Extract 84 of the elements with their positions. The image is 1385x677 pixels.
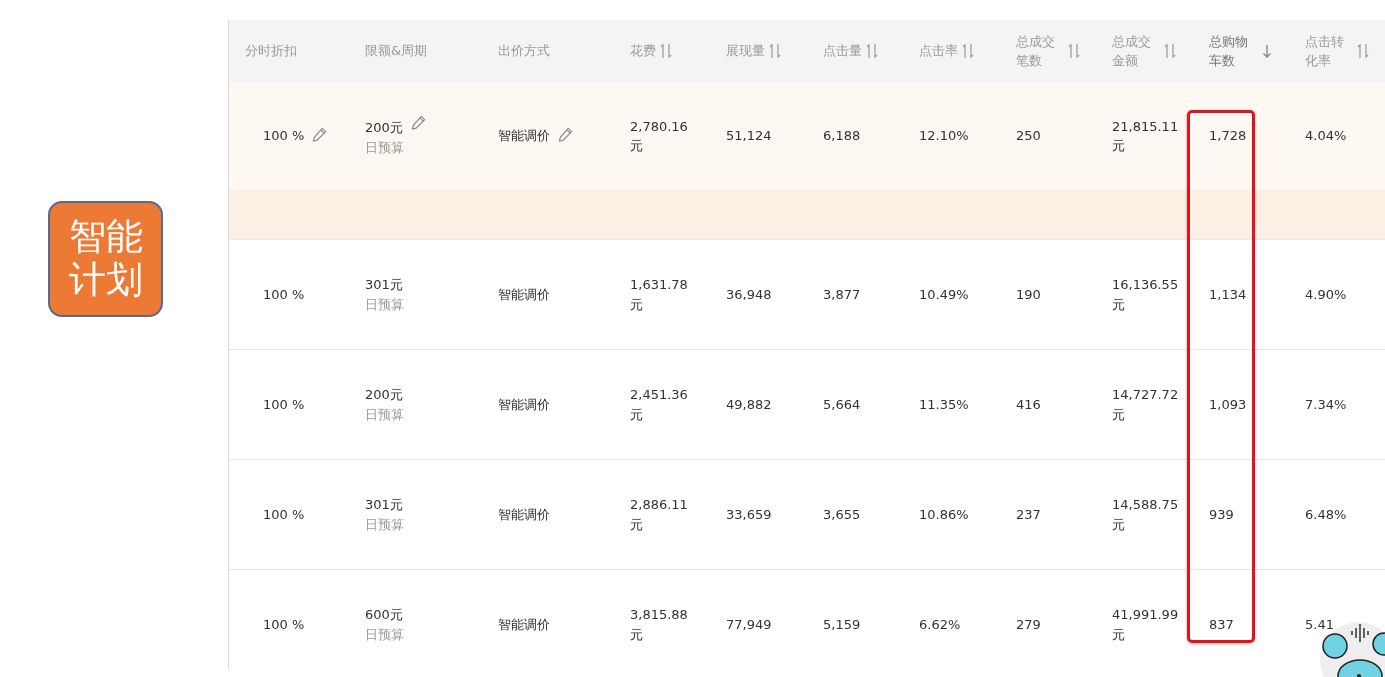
sort-icon[interactable] bbox=[1068, 43, 1080, 59]
table-cell: 600元 bbox=[365, 607, 403, 622]
table-cell-text: 4.90% bbox=[1305, 285, 1347, 304]
table-cell-text: 1,728 bbox=[1209, 127, 1247, 146]
table-cell-text: 33,659 bbox=[726, 505, 772, 524]
column-header: 总成交笔数 bbox=[1016, 32, 1056, 70]
column-header: 限额&周期 bbox=[365, 42, 428, 61]
table-cell-text: 10.49% bbox=[919, 285, 969, 304]
table-cell-text: 49,882 bbox=[726, 395, 772, 414]
sort-icon[interactable] bbox=[1164, 43, 1176, 59]
table-cell-text: 279 bbox=[1016, 615, 1041, 634]
table-cell-text: 250 bbox=[1016, 127, 1041, 146]
table-cell-text: 6,188 bbox=[823, 127, 861, 146]
table-cell: 100 % bbox=[263, 286, 305, 302]
table-cell-text: 1,631.78元 bbox=[630, 276, 689, 314]
table-cell: 智能调价 bbox=[498, 128, 550, 144]
column-header: 出价方式 bbox=[498, 42, 550, 61]
table-cell-text: 3,815.88元 bbox=[630, 606, 689, 644]
table-cell-text: 11.35% bbox=[919, 395, 969, 414]
table-cell: 智能调价 bbox=[498, 616, 550, 632]
table-cell-text: 2,886.11元 bbox=[630, 496, 689, 534]
sort-icon[interactable] bbox=[660, 43, 672, 59]
column-header: 点击率 bbox=[919, 42, 958, 61]
table-cell-text: 36,948 bbox=[726, 285, 772, 304]
column-header: 点击量 bbox=[823, 42, 862, 61]
table-cell-text: 237 bbox=[1016, 505, 1041, 524]
edit-icon[interactable] bbox=[312, 127, 328, 143]
table-cell-text: 7.34% bbox=[1305, 395, 1347, 414]
sort-icon[interactable] bbox=[866, 43, 878, 59]
table-cell: 智能调价 bbox=[498, 286, 550, 302]
table-cell-text: 5,664 bbox=[823, 395, 861, 414]
edit-icon[interactable] bbox=[558, 127, 573, 143]
sort-icon[interactable] bbox=[769, 43, 781, 59]
table-cell-text: 日预算 bbox=[365, 625, 405, 644]
column-header: 展现量 bbox=[726, 42, 765, 61]
sort-icon[interactable] bbox=[962, 43, 974, 59]
column-header: 总购物车数 bbox=[1209, 32, 1249, 70]
table-cell-text: 939 bbox=[1209, 505, 1234, 524]
table-cell-text: 12.10% bbox=[919, 127, 969, 146]
table-cell-text: 77,949 bbox=[726, 615, 772, 634]
table-cell: 100 % bbox=[263, 616, 305, 632]
table-cell-text: 14,588.75元 bbox=[1112, 496, 1180, 534]
table-cell-text: 10.86% bbox=[919, 505, 969, 524]
table-cell-text: 2,451.36元 bbox=[630, 386, 689, 424]
column-header: 点击转化率 bbox=[1305, 32, 1345, 70]
table-cell-text: 41,991.99元 bbox=[1112, 606, 1180, 644]
plan-badge: 智能计划 bbox=[48, 201, 163, 317]
table-cell: 301元 bbox=[365, 277, 403, 292]
table-cell-text: 5,159 bbox=[823, 615, 861, 634]
table-cell-text: 日预算 bbox=[365, 295, 405, 314]
table-cell-text: 5.41 bbox=[1305, 615, 1334, 634]
table-cell: 智能调价 bbox=[498, 506, 550, 522]
table-cell-text: 4.04% bbox=[1305, 127, 1347, 146]
table-cell-text: 日预算 bbox=[365, 405, 405, 424]
column-header: 分时折扣 bbox=[245, 42, 297, 61]
column-header: 花费 bbox=[630, 42, 656, 61]
table-cell-text: 日预算 bbox=[365, 515, 405, 534]
table-cell-text: 3,877 bbox=[823, 285, 861, 304]
table-cell-text: 1,134 bbox=[1209, 285, 1247, 304]
table-cell-text: 日预算 bbox=[365, 138, 405, 157]
table-cell: 100 % bbox=[263, 506, 305, 522]
table-cell: 智能调价 bbox=[498, 396, 550, 412]
table-cell: 200元 bbox=[365, 120, 403, 135]
table-cell: 301元 bbox=[365, 497, 403, 512]
table-cell-text: 21,815.11元 bbox=[1112, 117, 1180, 155]
selected-row[interactable]: 100 % 200元 日预算 智能调价 2,780.16元 51,124 6,188 12.10% 250 21,815.11元 1,728 4.04% bbox=[229, 82, 1385, 190]
sort-icon[interactable] bbox=[1357, 43, 1369, 59]
table-cell-text: 14,727.72元 bbox=[1112, 386, 1180, 424]
table-cell-text: 51,124 bbox=[726, 127, 772, 146]
table-cell-text: 3,655 bbox=[823, 505, 861, 524]
table-cell-text: 1,093 bbox=[1209, 395, 1247, 414]
table-cell-text: 16,136.55元 bbox=[1112, 276, 1180, 314]
sort-descending-icon[interactable] bbox=[1261, 43, 1273, 59]
table-cell: 100 % bbox=[263, 128, 305, 144]
column-header: 总成交金额 bbox=[1112, 32, 1152, 70]
table-cell-text: 6.48% bbox=[1305, 505, 1347, 524]
table-cell-text: 2,780.16元 bbox=[630, 117, 689, 155]
table-cell-text: 416 bbox=[1016, 395, 1041, 414]
edit-icon[interactable] bbox=[410, 115, 426, 130]
table-cell-text: 6.62% bbox=[919, 615, 961, 634]
table-cell: 100 % bbox=[263, 396, 305, 412]
table-cell-text: 837 bbox=[1209, 615, 1234, 634]
table-cell: 200元 bbox=[365, 387, 403, 402]
table-cell-text: 190 bbox=[1016, 285, 1041, 304]
